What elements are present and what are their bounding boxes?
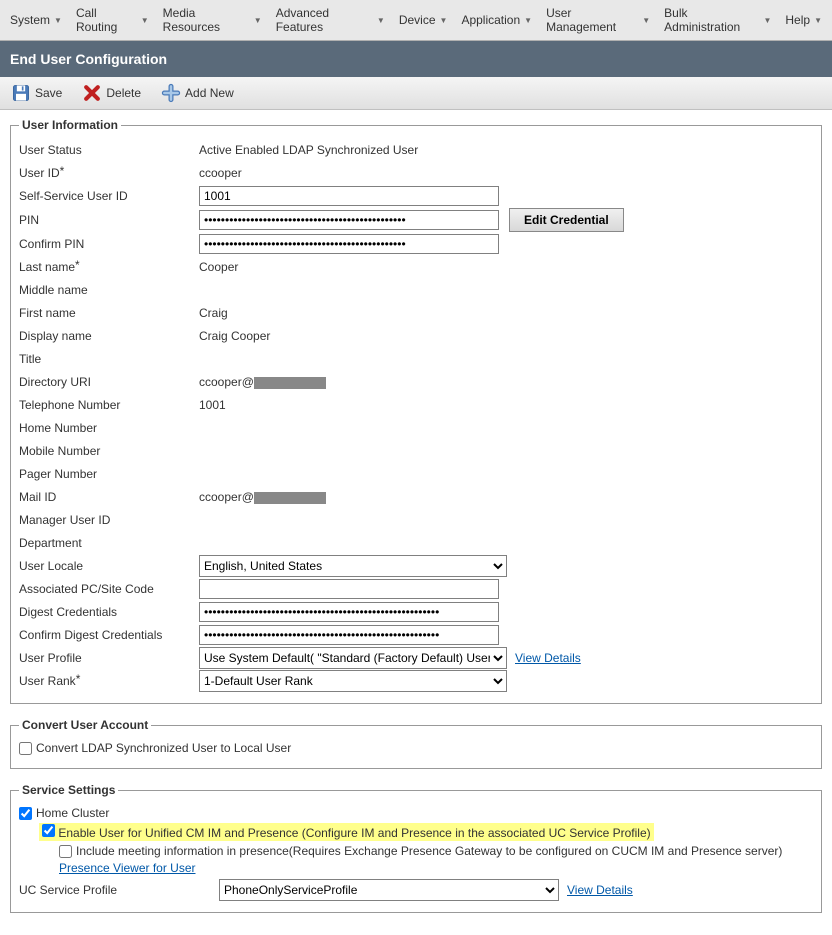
add-new-button[interactable]: Add New <box>158 81 237 105</box>
user-status-value: Active Enabled LDAP Synchronized User <box>199 143 418 157</box>
user-status-label: User Status <box>19 143 199 157</box>
enable-im-checkbox[interactable] <box>42 824 55 837</box>
confirm-digest-label: Confirm Digest Credentials <box>19 628 199 642</box>
menu-user-management[interactable]: User Management▼ <box>540 3 656 37</box>
redacted-block <box>254 377 326 389</box>
add-new-label: Add New <box>185 86 234 100</box>
middle-name-label: Middle name <box>19 283 199 297</box>
service-settings-legend: Service Settings <box>19 783 118 797</box>
convert-ldap-label: Convert LDAP Synchronized User to Local … <box>36 741 291 755</box>
menu-media-resources[interactable]: Media Resources▼ <box>157 3 268 37</box>
user-rank-select[interactable]: 1-Default User Rank <box>199 670 507 692</box>
convert-account-section: Convert User Account Convert LDAP Synchr… <box>10 718 822 769</box>
pc-site-label: Associated PC/Site Code <box>19 582 199 596</box>
chevron-down-icon: ▼ <box>440 16 448 25</box>
chevron-down-icon: ▼ <box>814 16 822 25</box>
digest-label: Digest Credentials <box>19 605 199 619</box>
service-settings-section: Service Settings Home Cluster Enable Use… <box>10 783 822 913</box>
user-id-value: ccooper <box>199 166 242 180</box>
user-information-section: User Information User StatusActive Enabl… <box>10 118 822 704</box>
chevron-down-icon: ▼ <box>54 16 62 25</box>
first-name-value: Craig <box>199 306 228 320</box>
chevron-down-icon: ▼ <box>141 16 149 25</box>
redacted-block <box>254 492 326 504</box>
self-service-label: Self-Service User ID <box>19 189 199 203</box>
confirm-pin-input[interactable] <box>199 234 499 254</box>
directory-uri-label: Directory URI <box>19 375 199 389</box>
menu-call-routing[interactable]: Call Routing▼ <box>70 3 155 37</box>
confirm-digest-input[interactable] <box>199 625 499 645</box>
department-label: Department <box>19 536 199 550</box>
home-cluster-checkbox[interactable] <box>19 807 32 820</box>
mail-id-label: Mail ID <box>19 490 199 504</box>
user-rank-label: User Rank <box>19 674 199 688</box>
user-id-label: User ID <box>19 166 199 180</box>
directory-uri-value: ccooper@ <box>199 375 326 389</box>
last-name-label: Last name <box>19 260 199 274</box>
menu-device[interactable]: Device▼ <box>393 3 454 37</box>
telephone-label: Telephone Number <box>19 398 199 412</box>
menu-system[interactable]: System▼ <box>4 3 68 37</box>
digest-input[interactable] <box>199 602 499 622</box>
view-details-link[interactable]: View Details <box>515 651 581 665</box>
menu-help[interactable]: Help▼ <box>779 3 828 37</box>
toolbar: Save Delete Add New <box>0 77 832 110</box>
user-profile-label: User Profile <box>19 651 199 665</box>
first-name-label: First name <box>19 306 199 320</box>
menubar: System▼ Call Routing▼ Media Resources▼ A… <box>0 0 832 41</box>
uc-service-profile-label: UC Service Profile <box>19 883 219 897</box>
menu-bulk-administration[interactable]: Bulk Administration▼ <box>658 3 777 37</box>
chevron-down-icon: ▼ <box>524 16 532 25</box>
menu-application[interactable]: Application▼ <box>455 3 538 37</box>
save-button[interactable]: Save <box>8 81 65 105</box>
delete-label: Delete <box>106 86 141 100</box>
chevron-down-icon: ▼ <box>254 16 262 25</box>
last-name-value: Cooper <box>199 260 238 274</box>
menu-advanced-features[interactable]: Advanced Features▼ <box>270 3 391 37</box>
pager-number-label: Pager Number <box>19 467 199 481</box>
uc-service-profile-select[interactable]: PhoneOnlyServiceProfile <box>219 879 559 901</box>
uc-view-details-link[interactable]: View Details <box>567 883 633 897</box>
mobile-number-label: Mobile Number <box>19 444 199 458</box>
home-cluster-label: Home Cluster <box>36 806 109 820</box>
pc-site-input[interactable] <box>199 579 499 599</box>
self-service-input[interactable] <box>199 186 499 206</box>
include-meeting-checkbox[interactable] <box>59 845 72 858</box>
chevron-down-icon: ▼ <box>377 16 385 25</box>
enable-im-label: Enable User for Unified CM IM and Presen… <box>58 826 650 840</box>
edit-credential-button[interactable]: Edit Credential <box>509 208 624 232</box>
chevron-down-icon: ▼ <box>763 16 771 25</box>
pin-label: PIN <box>19 213 199 227</box>
add-icon <box>161 83 181 103</box>
include-meeting-label: Include meeting information in presence(… <box>76 844 782 858</box>
convert-account-legend: Convert User Account <box>19 718 151 732</box>
user-information-legend: User Information <box>19 118 121 132</box>
user-locale-select[interactable]: English, United States <box>199 555 507 577</box>
save-icon <box>11 83 31 103</box>
convert-ldap-checkbox[interactable] <box>19 742 32 755</box>
manager-label: Manager User ID <box>19 513 199 527</box>
pin-input[interactable] <box>199 210 499 230</box>
title-label: Title <box>19 352 199 366</box>
display-name-value: Craig Cooper <box>199 329 270 343</box>
display-name-label: Display name <box>19 329 199 343</box>
user-locale-label: User Locale <box>19 559 199 573</box>
confirm-pin-label: Confirm PIN <box>19 237 199 251</box>
chevron-down-icon: ▼ <box>642 16 650 25</box>
telephone-value: 1001 <box>199 398 226 412</box>
home-number-label: Home Number <box>19 421 199 435</box>
page-title: End User Configuration <box>0 41 832 77</box>
mail-id-value: ccooper@ <box>199 490 326 504</box>
save-label: Save <box>35 86 62 100</box>
delete-icon <box>82 83 102 103</box>
enable-im-highlight: Enable User for Unified CM IM and Presen… <box>39 823 654 841</box>
presence-viewer-link[interactable]: Presence Viewer for User <box>59 861 196 875</box>
user-profile-select[interactable]: Use System Default( "Standard (Factory D… <box>199 647 507 669</box>
delete-button[interactable]: Delete <box>79 81 144 105</box>
